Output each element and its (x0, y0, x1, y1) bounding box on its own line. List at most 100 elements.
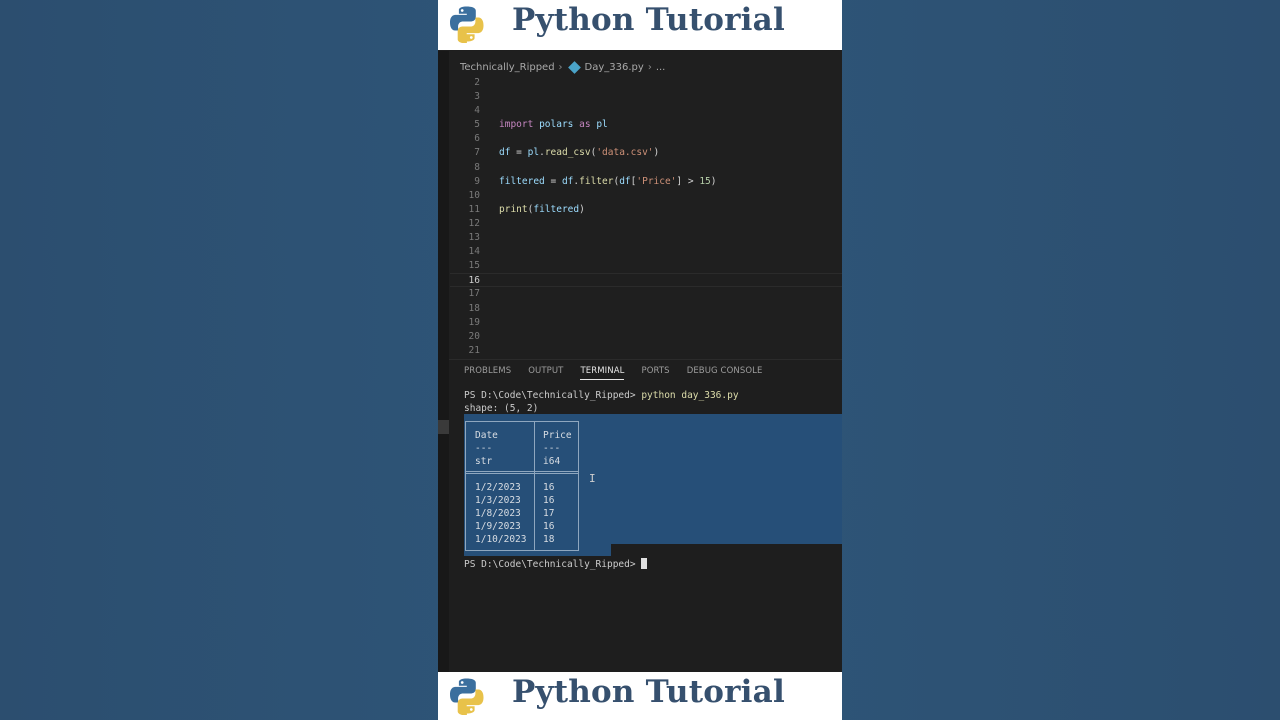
line-number: 16 (468, 275, 480, 287)
table-header-divider (466, 471, 578, 474)
code-lines[interactable]: 2 3 4 5 import polars as pl 6 7 df = pl.read_cs… (450, 76, 842, 358)
code-token: ) (653, 147, 660, 159)
python-logo-icon (450, 678, 484, 715)
banner-title: Python Tutorial (512, 2, 785, 38)
line-number: 15 (468, 260, 480, 272)
breadcrumb-file[interactable]: Day_336.py (585, 62, 644, 73)
code-line[interactable]: 21 (450, 344, 842, 358)
panel-divider (438, 359, 842, 360)
table-header-dashes: --- (475, 443, 493, 454)
code-line[interactable]: 6 (450, 132, 842, 146)
line-number: 20 (468, 330, 480, 342)
code-line[interactable]: 5 import polars as pl (450, 118, 842, 132)
code-token: read_csv (544, 147, 591, 159)
line-number: 7 (474, 147, 480, 159)
tab-terminal[interactable]: TERMINAL (580, 366, 625, 380)
table-cell: 18 (543, 534, 555, 545)
code-token: ) (579, 203, 585, 215)
code-line[interactable]: 15 (450, 259, 842, 273)
text-cursor-icon: I (589, 472, 596, 485)
code-line[interactable]: 16 (450, 273, 842, 288)
code-line[interactable]: 18 (450, 302, 842, 316)
line-number: 6 (474, 133, 480, 145)
table-header-cell: Date (475, 430, 498, 441)
code-token: = (510, 147, 528, 159)
code-line[interactable]: 13 (450, 231, 842, 245)
code-line[interactable]: 19 (450, 316, 842, 330)
table-column-divider (534, 422, 535, 550)
line-number: 9 (474, 175, 480, 187)
code-line[interactable]: 2 (450, 76, 842, 90)
chevron-right-icon: › (558, 61, 563, 73)
table-header-dashes: --- (543, 443, 561, 454)
table-cell: 16 (543, 495, 555, 506)
code-line[interactable]: 17 (450, 287, 842, 301)
tab-problems[interactable]: PROBLEMS (464, 366, 511, 380)
bottom-banner: Python Tutorial (438, 672, 842, 720)
dataframe-table: Date --- str Price --- i64 1/2/2023 16 1/3/2023 1… (465, 421, 579, 551)
breadcrumb: Technically_Ripped › Day_336.py › ... (460, 59, 665, 75)
code-token: 'Price' (636, 175, 677, 187)
code-token: pl (527, 147, 540, 159)
terminal-prompt-line[interactable]: PS D:\Code\Technically_Ripped> (464, 558, 648, 570)
code-line[interactable]: 9 filtered = df.filter(df['Price'] > 15) (450, 175, 842, 189)
table-cell: 17 (543, 508, 555, 519)
code-token: 15 (699, 175, 711, 187)
table-cell: 1/10/2023 (475, 534, 527, 545)
code-line[interactable]: 20 (450, 330, 842, 344)
python-logo-icon (450, 6, 484, 43)
code-token: as (579, 119, 591, 131)
tab-output[interactable]: OUTPUT (528, 366, 563, 380)
selection-gutter-marker (438, 420, 449, 434)
video-frame: Python Tutorial Technically_Ripped › Day… (438, 0, 842, 720)
table-cell: 16 (543, 482, 555, 493)
top-banner: Python Tutorial (438, 0, 842, 50)
line-number: 10 (468, 189, 480, 201)
code-line[interactable]: 10 (450, 189, 842, 203)
code-line[interactable]: 7 df = pl.read_csv('data.csv') (450, 146, 842, 160)
code-text: import polars as pl (499, 118, 608, 132)
banner-title: Python Tutorial (512, 674, 785, 710)
line-number: 4 (474, 105, 480, 117)
table-dtype-cell: str (475, 456, 493, 467)
chevron-right-icon: › (647, 61, 652, 73)
code-token: import (499, 119, 534, 131)
line-number: 11 (468, 203, 480, 215)
code-line[interactable]: 12 (450, 217, 842, 231)
terminal-prompt: PS D:\Code\Technically_Ripped> (464, 559, 642, 570)
line-number: 14 (468, 246, 480, 258)
code-token: df (561, 175, 574, 187)
code-line[interactable]: 3 (450, 90, 842, 104)
terminal-line-1: PS D:\Code\Technically_Ripped> python da… (464, 390, 739, 401)
code-token: = (544, 175, 562, 187)
code-token: 'data.csv' (596, 147, 654, 159)
terminal-command: python day_336.py (641, 390, 739, 401)
activity-bar (438, 51, 449, 672)
line-number: 2 (474, 77, 480, 88)
code-text: df = pl.read_csv('data.csv') (499, 146, 659, 160)
breadcrumb-folder[interactable]: Technically_Ripped (460, 62, 555, 73)
code-token: filter (579, 175, 614, 187)
table-cell: 1/3/2023 (475, 495, 521, 506)
code-line[interactable]: 4 (450, 104, 842, 118)
terminal-shape: shape: (5, 2) (464, 403, 539, 414)
code-token: pl (596, 119, 608, 131)
tab-ports[interactable]: PORTS (641, 366, 669, 380)
code-line[interactable]: 8 (450, 161, 842, 175)
tab-debug-console[interactable]: DEBUG CONSOLE (687, 366, 763, 380)
line-number: 5 (474, 119, 480, 131)
code-line[interactable]: 11 print(filtered) (450, 203, 842, 217)
table-cell: 1/9/2023 (475, 521, 521, 532)
code-token: print (499, 203, 528, 215)
breadcrumb-more[interactable]: ... (656, 62, 666, 73)
python-file-icon (567, 60, 581, 74)
code-token: filtered (499, 175, 545, 187)
line-number: 8 (474, 161, 480, 173)
code-token: df (619, 175, 631, 187)
code-token: filtered (533, 203, 580, 215)
terminal-cursor (641, 558, 648, 569)
table-cell: 16 (543, 521, 555, 532)
code-line[interactable]: 14 (450, 245, 842, 259)
line-number: 17 (468, 288, 480, 300)
code-token: ] > (676, 175, 700, 187)
